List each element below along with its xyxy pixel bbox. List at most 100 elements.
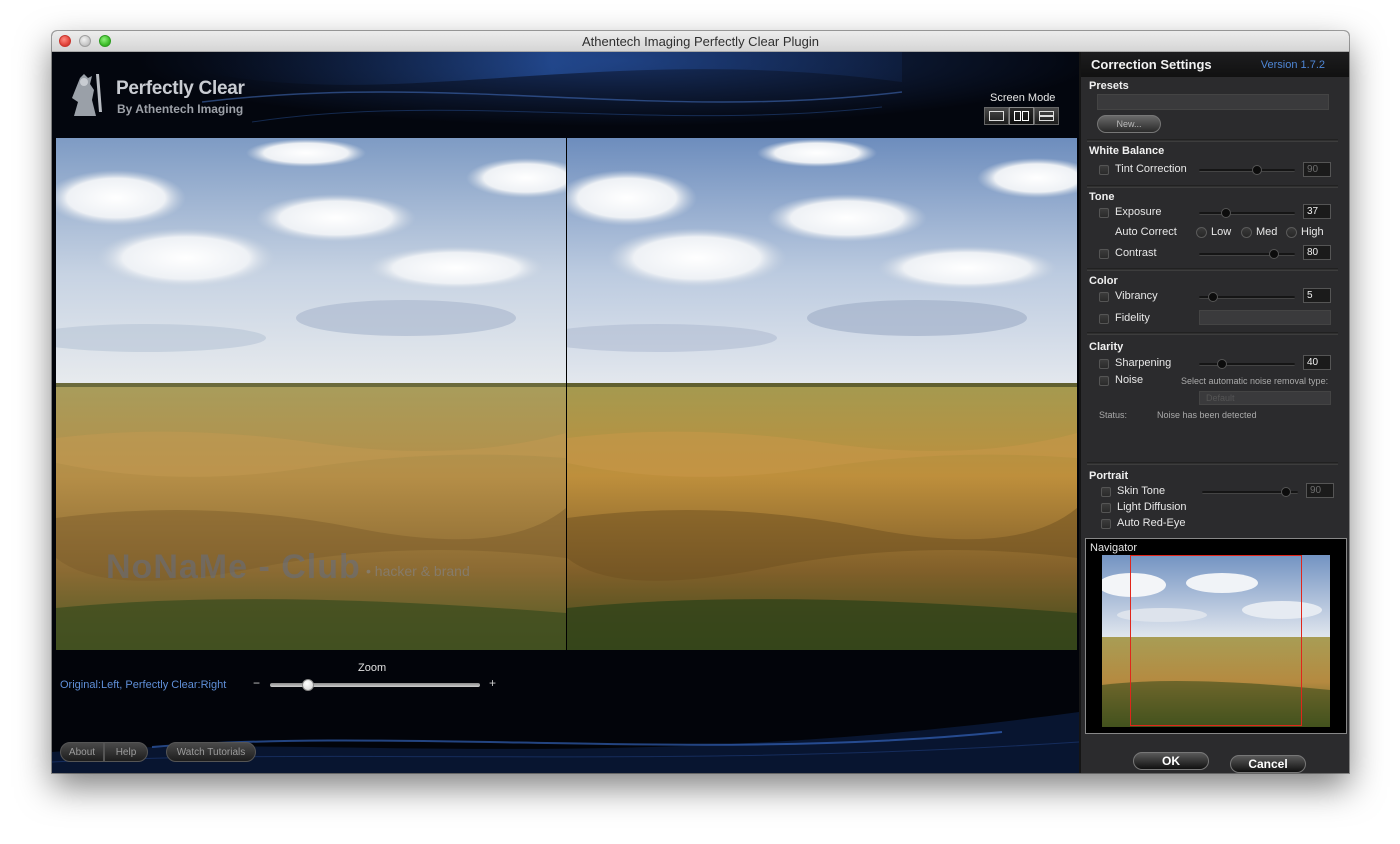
- screen-mode-single-button[interactable]: [984, 107, 1009, 125]
- auto-correct-high-radio[interactable]: [1286, 227, 1297, 238]
- contrast-slider-thumb[interactable]: [1268, 249, 1279, 259]
- logo-title: Perfectly Clear: [116, 78, 245, 99]
- light-diffusion-checkbox[interactable]: [1101, 503, 1111, 513]
- navigator-panel: Navigator: [1085, 538, 1347, 734]
- exposure-slider[interactable]: [1199, 208, 1295, 218]
- section-divider: [1087, 185, 1338, 188]
- portrait-section-title: Portrait: [1089, 470, 1129, 482]
- exposure-slider-thumb[interactable]: [1220, 208, 1231, 218]
- logo-subtitle: By Athentech Imaging: [117, 102, 244, 116]
- fidelity-checkbox[interactable]: [1099, 314, 1109, 324]
- knight-logo-icon: [72, 74, 102, 116]
- status-value: Noise has been detected: [1157, 410, 1257, 420]
- skin-tone-checkbox[interactable]: [1101, 487, 1111, 497]
- cancel-button[interactable]: Cancel: [1230, 755, 1306, 773]
- window-title: Athentech Imaging Perfectly Clear Plugin: [581, 34, 819, 49]
- auto-red-eye-label: Auto Red-Eye: [1117, 517, 1186, 529]
- status-label: Status:: [1099, 410, 1128, 420]
- skin-tone-slider[interactable]: [1202, 487, 1298, 497]
- skin-tone-value[interactable]: 90: [1306, 483, 1334, 498]
- noise-label: Noise: [1115, 374, 1144, 386]
- noise-type-dropdown[interactable]: Default: [1199, 391, 1331, 405]
- contrast-label: Contrast: [1115, 247, 1157, 259]
- auto-correct-high-label: High: [1301, 226, 1324, 238]
- tint-correction-checkbox[interactable]: [1099, 165, 1109, 175]
- section-divider: [1087, 268, 1338, 271]
- clarity-section-title: Clarity: [1089, 341, 1124, 353]
- title-bar[interactable]: Athentech Imaging Perfectly Clear Plugin: [52, 31, 1349, 52]
- correction-settings-panel: Correction Settings Version 1.7.2 Preset…: [1079, 52, 1349, 773]
- help-button[interactable]: Help: [104, 742, 148, 762]
- contrast-slider[interactable]: [1199, 249, 1295, 259]
- about-button[interactable]: About: [60, 742, 104, 762]
- section-divider: [1087, 462, 1338, 465]
- comparison-label: Original:Left, Perfectly Clear:Right: [60, 679, 227, 691]
- noise-checkbox[interactable]: [1099, 376, 1109, 386]
- panel-title: Correction Settings: [1091, 57, 1212, 72]
- auto-correct-low-radio[interactable]: [1196, 227, 1207, 238]
- tint-correction-slider-thumb[interactable]: [1251, 165, 1262, 175]
- contrast-checkbox[interactable]: [1099, 249, 1109, 259]
- exposure-value[interactable]: 37: [1303, 204, 1331, 219]
- side-by-side-icon: [1014, 111, 1029, 121]
- auto-correct-med-label: Med: [1256, 226, 1278, 238]
- preview-area: Perfectly Clear By Athentech Imaging Scr…: [52, 52, 1079, 773]
- contrast-value[interactable]: 80: [1303, 245, 1331, 260]
- vibrancy-slider-thumb[interactable]: [1208, 292, 1219, 302]
- corrected-photo: [567, 138, 1077, 650]
- original-image[interactable]: NoNaMe - Club • hacker & brand: [56, 138, 566, 650]
- header-banner: Perfectly Clear By Athentech Imaging Scr…: [52, 52, 1079, 138]
- tone-section-title: Tone: [1089, 191, 1115, 203]
- vibrancy-checkbox[interactable]: [1099, 292, 1109, 302]
- section-divider: [1087, 332, 1338, 335]
- sharpening-checkbox[interactable]: [1099, 359, 1109, 369]
- corrected-image[interactable]: [567, 138, 1077, 650]
- navigator-viewport-rect[interactable]: [1130, 555, 1302, 726]
- zoom-slider-thumb[interactable]: [301, 679, 314, 691]
- skin-tone-slider-thumb[interactable]: [1281, 487, 1292, 497]
- vibrancy-slider[interactable]: [1199, 292, 1295, 302]
- tint-correction-label: Tint Correction: [1115, 163, 1187, 175]
- perfectly-clear-logo: Perfectly Clear By Athentech Imaging: [66, 70, 266, 126]
- zoom-out-button[interactable]: −: [253, 676, 260, 690]
- vibrancy-value[interactable]: 5: [1303, 288, 1331, 303]
- exposure-checkbox[interactable]: [1099, 208, 1109, 218]
- panel-header: Correction Settings Version 1.7.2: [1081, 52, 1349, 77]
- navigator-thumbnail[interactable]: [1102, 555, 1330, 727]
- sharpening-slider-thumb[interactable]: [1217, 359, 1228, 369]
- tint-correction-value[interactable]: 90: [1303, 162, 1331, 177]
- sharpening-slider[interactable]: [1199, 359, 1295, 369]
- color-section-title: Color: [1089, 275, 1118, 287]
- fidelity-label: Fidelity: [1115, 312, 1150, 324]
- section-divider: [1087, 139, 1338, 142]
- watch-tutorials-button[interactable]: Watch Tutorials: [166, 742, 256, 762]
- navigator-title: Navigator: [1090, 542, 1138, 554]
- presets-section-title: Presets: [1089, 80, 1129, 92]
- noise-hint: Select automatic noise removal type:: [1181, 376, 1329, 386]
- version-label: Version 1.7.2: [1260, 59, 1325, 71]
- light-diffusion-label: Light Diffusion: [1117, 501, 1187, 513]
- screen-mode-split-button[interactable]: [1034, 107, 1059, 125]
- screen-mode-side-by-side-button[interactable]: [1009, 107, 1034, 125]
- watermark-text: NoNaMe - Club: [106, 548, 361, 586]
- zoom-slider[interactable]: [270, 679, 480, 691]
- ok-button[interactable]: OK: [1133, 752, 1209, 770]
- single-view-icon: [989, 111, 1004, 121]
- sharpening-value[interactable]: 40: [1303, 355, 1331, 370]
- zoom-label: Zoom: [358, 662, 387, 674]
- zoom-in-button[interactable]: +: [489, 676, 496, 690]
- preset-select[interactable]: [1097, 94, 1329, 110]
- screen-mode-switcher: [984, 107, 1059, 125]
- screen-mode-label: Screen Mode: [990, 92, 1056, 104]
- auto-correct-low-label: Low: [1211, 226, 1232, 238]
- new-preset-button[interactable]: New...: [1097, 115, 1161, 133]
- skin-tone-label: Skin Tone: [1117, 485, 1166, 497]
- auto-correct-med-radio[interactable]: [1241, 227, 1252, 238]
- exposure-label: Exposure: [1115, 206, 1162, 218]
- sharpening-label: Sharpening: [1115, 357, 1172, 369]
- tint-correction-slider[interactable]: [1199, 165, 1295, 175]
- auto-correct-label: Auto Correct: [1115, 226, 1177, 238]
- auto-red-eye-checkbox[interactable]: [1101, 519, 1111, 529]
- white-balance-section-title: White Balance: [1089, 145, 1165, 157]
- comparison-view[interactable]: NoNaMe - Club • hacker & brand: [56, 138, 1077, 650]
